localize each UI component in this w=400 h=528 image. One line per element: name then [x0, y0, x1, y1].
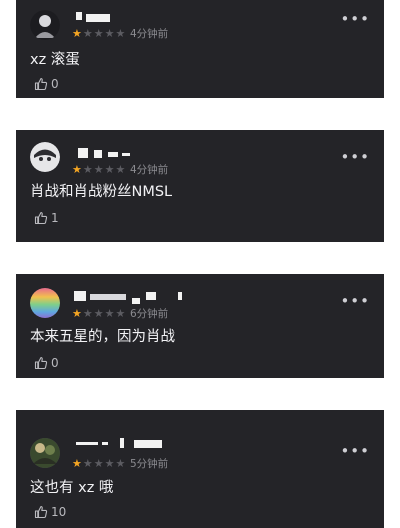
more-options-icon[interactable]: •••	[340, 444, 370, 459]
user-avatar[interactable]	[30, 438, 60, 468]
comment-text: 这也有 xz 哦	[30, 480, 114, 496]
username-redacted	[74, 291, 194, 304]
comment-text: xz 滚蛋	[30, 52, 80, 68]
comment-time: 6分钟前	[130, 308, 169, 320]
user-avatar[interactable]	[30, 142, 60, 172]
thumbs-up-icon	[34, 77, 48, 91]
thumbs-up-icon	[34, 356, 48, 370]
comment-time: 4分钟前	[130, 28, 169, 40]
rating-stars: ★★★★★	[72, 307, 127, 320]
like-button[interactable]: 1	[34, 210, 59, 226]
user-avatar[interactable]	[30, 288, 60, 318]
rating-stars: ★★★★★	[72, 27, 127, 40]
rating-stars: ★★★★★	[72, 163, 127, 176]
like-count: 0	[51, 77, 59, 91]
review-card: ★★★★★ 4分钟前 ••• xz 滚蛋 0	[16, 0, 384, 98]
review-card: ★★★★★ 6分钟前 ••• 本来五星的，因为肖战 0	[16, 274, 384, 378]
more-options-icon[interactable]: •••	[340, 150, 370, 165]
more-options-icon[interactable]: •••	[340, 12, 370, 27]
username-redacted	[74, 12, 164, 22]
comment-time: 5分钟前	[130, 458, 169, 470]
comment-text: 肖战和肖战粉丝NMSL	[30, 184, 173, 200]
username-redacted	[74, 438, 174, 450]
thumbs-up-icon	[34, 505, 48, 519]
thumbs-up-icon	[34, 211, 48, 225]
rating-stars: ★★★★★	[72, 457, 127, 470]
like-button[interactable]: 0	[34, 355, 59, 371]
like-button[interactable]: 0	[34, 76, 59, 92]
more-options-icon[interactable]: •••	[340, 294, 370, 309]
comment-time: 4分钟前	[130, 164, 169, 176]
like-count: 0	[51, 356, 59, 370]
review-card: ★★★★★ 4分钟前 ••• 肖战和肖战粉丝NMSL 1	[16, 130, 384, 242]
username-redacted	[74, 148, 164, 160]
like-count: 1	[51, 211, 59, 225]
user-avatar[interactable]	[30, 10, 60, 40]
review-card: ★★★★★ 5分钟前 ••• 这也有 xz 哦 10	[16, 410, 384, 528]
comment-text: 本来五星的，因为肖战	[30, 329, 175, 345]
like-count: 10	[51, 505, 67, 519]
like-button[interactable]: 10	[34, 504, 66, 520]
